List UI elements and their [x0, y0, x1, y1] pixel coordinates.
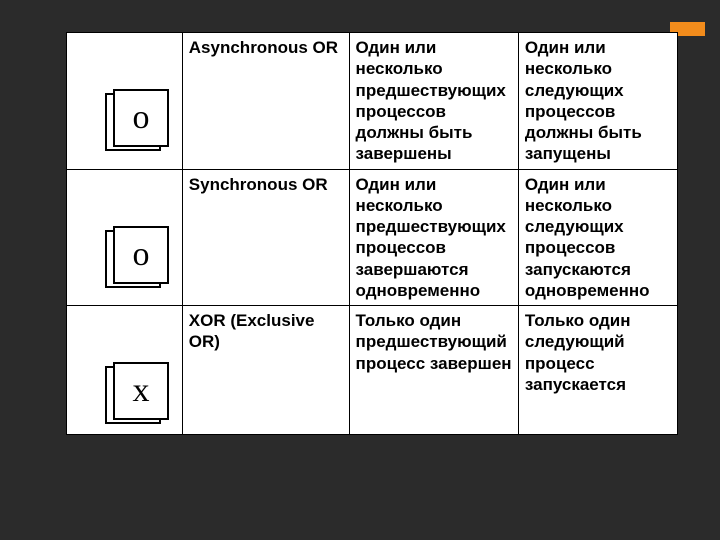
table-row: х XOR (Exclusive OR) Только один предшес…: [67, 306, 678, 435]
slide-stage: о Asynchronous OR Один или несколько пре…: [0, 0, 720, 540]
symbol-cell: о: [67, 33, 183, 170]
precond-cell: Только один предшествующий процесс завер…: [349, 306, 518, 435]
glyph-letter: о: [113, 89, 169, 147]
operator-glyph: х: [105, 362, 169, 424]
glyph-letter: о: [113, 226, 169, 284]
precond-cell: Один или несколько предшествующих процес…: [349, 169, 518, 306]
operator-glyph: о: [105, 89, 169, 151]
name-cell: Asynchronous OR: [182, 33, 349, 170]
postcond-cell: Один или несколько следующих процессов д…: [518, 33, 677, 170]
name-cell: XOR (Exclusive OR): [182, 306, 349, 435]
postcond-cell: Один или несколько следующих процессов з…: [518, 169, 677, 306]
table-row: о Asynchronous OR Один или несколько пре…: [67, 33, 678, 170]
postcond-cell: Только один следующий процесс запускаетс…: [518, 306, 677, 435]
table-row: о Synchronous OR Один или несколько пред…: [67, 169, 678, 306]
glyph-letter: х: [113, 362, 169, 420]
operator-glyph: о: [105, 226, 169, 288]
name-cell: Synchronous OR: [182, 169, 349, 306]
operators-table: о Asynchronous OR Один или несколько пре…: [66, 32, 678, 435]
symbol-cell: о: [67, 169, 183, 306]
symbol-cell: х: [67, 306, 183, 435]
precond-cell: Один или несколько предшествующих процес…: [349, 33, 518, 170]
